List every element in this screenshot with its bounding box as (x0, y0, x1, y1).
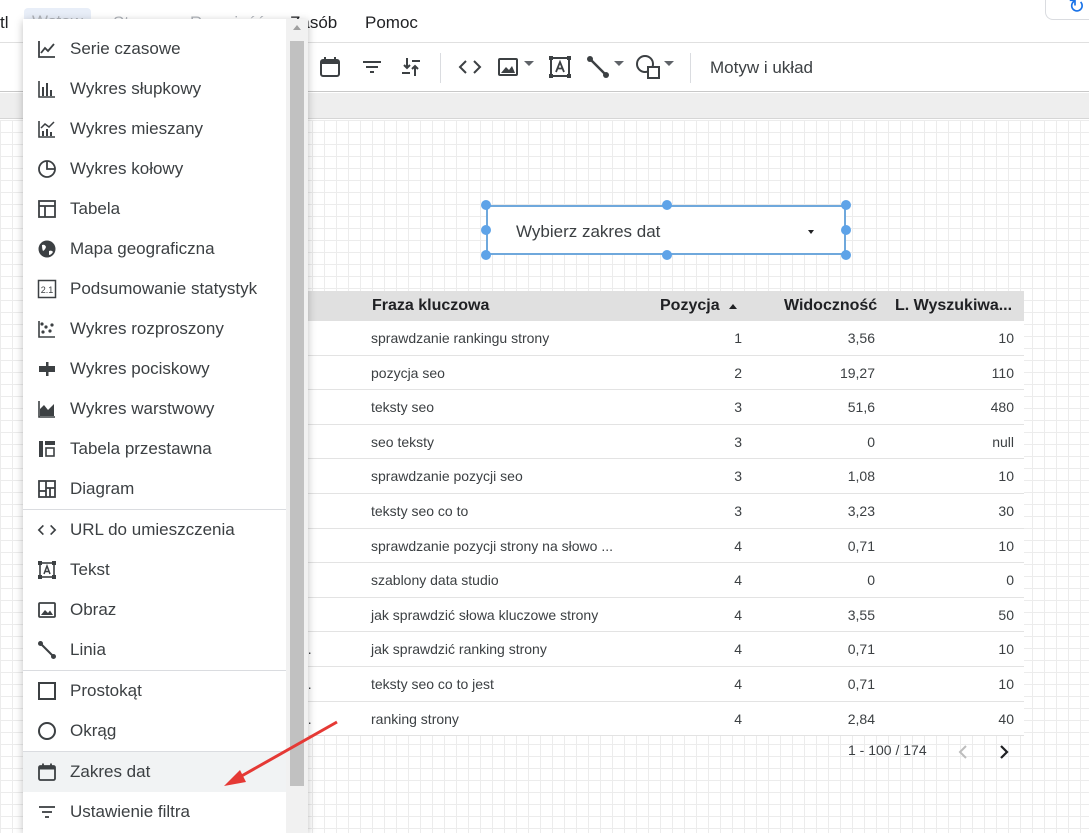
annotation-arrow-shaft (237, 720, 338, 780)
annotation-arrow (224, 720, 338, 786)
annotation-arrow-head (224, 770, 246, 786)
